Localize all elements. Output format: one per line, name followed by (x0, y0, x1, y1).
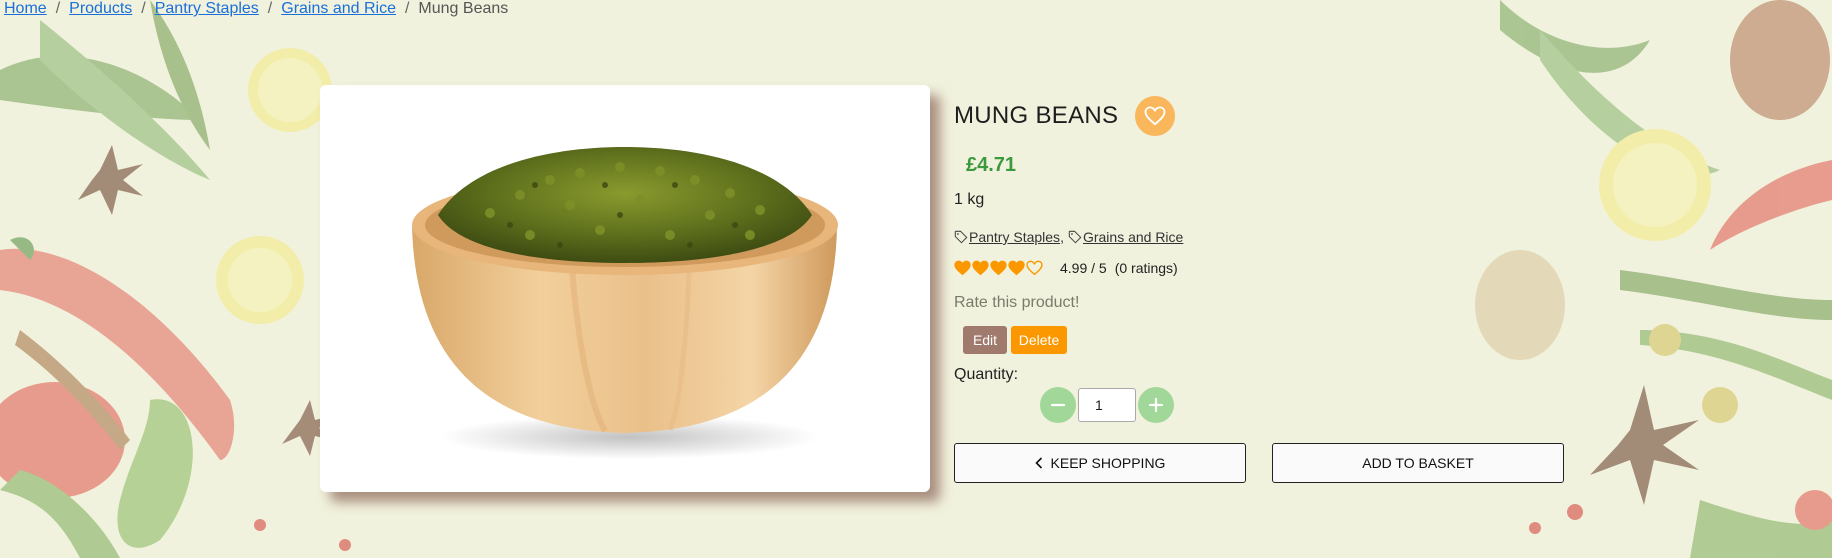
admin-actions: Edit Delete (963, 326, 1067, 354)
product-title: MUNG BEANS (954, 102, 1119, 129)
product-image (320, 85, 930, 492)
add-to-basket-label: ADD TO BASKET (1362, 455, 1474, 471)
breadcrumb: Home / Products / Pantry Staples / Grain… (4, 0, 508, 18)
heart-filled-icon[interactable] (954, 260, 971, 276)
heart-filled-icon[interactable] (1008, 260, 1025, 276)
quantity-stepper (1040, 387, 1174, 423)
keep-shopping-label: KEEP SHOPPING (1050, 455, 1166, 471)
breadcrumb-separator: / (55, 0, 61, 17)
breadcrumb-subcategory-link[interactable]: Grains and Rice (281, 0, 396, 18)
minus-icon (1050, 403, 1066, 407)
breadcrumb-separator: / (267, 0, 273, 17)
quantity-label: Quantity: (954, 366, 1019, 383)
tag-icon (1068, 230, 1082, 244)
tag-separator: , (1060, 229, 1064, 245)
breadcrumb-products-link[interactable]: Products (69, 0, 132, 18)
product-tags: Pantry Staples , Grains and Rice (954, 229, 1183, 245)
product-size: 1 kg (954, 191, 985, 208)
tag-icon (954, 230, 968, 244)
breadcrumb-separator: / (141, 0, 146, 17)
favorite-button[interactable] (1135, 96, 1176, 136)
breadcrumb-separator: / (404, 0, 410, 17)
title-row: MUNG BEANS (954, 96, 1574, 136)
tag-link-pantry-staples[interactable]: Pantry Staples (969, 229, 1060, 245)
mung-beans-bowl-icon (412, 147, 838, 459)
chevron-left-icon (1034, 457, 1043, 469)
tag-item: Grains and Rice (1068, 229, 1183, 245)
add-to-basket-button[interactable]: ADD TO BASKET (1272, 443, 1564, 483)
quantity-input[interactable] (1078, 388, 1136, 422)
product-rating: 4.99 / 5 (0 ratings) (954, 260, 1178, 276)
action-buttons: KEEP SHOPPING ADD TO BASKET (954, 443, 1564, 483)
plus-icon (1148, 397, 1164, 413)
heart-icon (1144, 106, 1166, 126)
increase-quantity-button[interactable] (1138, 387, 1174, 423)
heart-filled-icon[interactable] (990, 260, 1007, 276)
breadcrumb-home-link[interactable]: Home (4, 0, 47, 18)
edit-button[interactable]: Edit (963, 326, 1007, 354)
heart-outline-icon[interactable] (1026, 260, 1043, 276)
star-rating[interactable] (954, 260, 1043, 276)
rating-value: 4.99 / 5 (1060, 260, 1107, 276)
rating-count: (0 ratings) (1114, 260, 1178, 276)
product-details: MUNG BEANS £4.71 1 kg Pantry Staples , G… (954, 96, 1574, 483)
tag-link-grains-and-rice[interactable]: Grains and Rice (1083, 229, 1183, 245)
tag-item: Pantry Staples (954, 229, 1060, 245)
keep-shopping-button[interactable]: KEEP SHOPPING (954, 443, 1246, 483)
rate-product-prompt: Rate this product! (954, 294, 1080, 311)
delete-button[interactable]: Delete (1011, 326, 1067, 354)
product-price: £4.71 (966, 154, 1017, 176)
decrease-quantity-button[interactable] (1040, 387, 1076, 423)
heart-filled-icon[interactable] (972, 260, 989, 276)
breadcrumb-current: Mung Beans (418, 0, 509, 17)
breadcrumb-category-link[interactable]: Pantry Staples (155, 0, 259, 18)
